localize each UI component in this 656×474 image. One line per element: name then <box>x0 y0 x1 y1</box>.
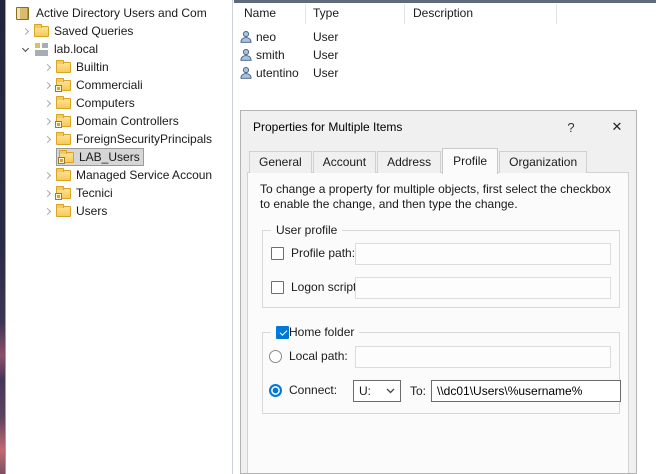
tree-item-tecnici[interactable]: Tecnici <box>6 184 232 202</box>
tree-selection-highlight: LAB_Users <box>56 148 144 166</box>
ou-folder-icon <box>59 151 74 164</box>
tab-strip: General Account Address Profile Organiza… <box>249 149 588 173</box>
tab-organization[interactable]: Organization <box>499 151 587 173</box>
profile-path-field[interactable] <box>355 243 611 265</box>
tree-item-lab-local[interactable]: lab.local <box>6 40 232 58</box>
expander-collapsed-icon[interactable] <box>40 131 56 147</box>
logon-script-checkbox[interactable] <box>271 281 284 294</box>
tree-item-computers[interactable]: Computers <box>6 94 232 112</box>
expander-collapsed-icon[interactable] <box>40 77 56 93</box>
expander-expanded-icon[interactable] <box>18 41 34 57</box>
console-tree-pane: Active Directory Users and Com Saved Que… <box>6 0 233 474</box>
to-label: To: <box>410 384 426 398</box>
toolbar-edge <box>234 0 656 3</box>
user-icon <box>239 30 253 47</box>
column-separator[interactable] <box>305 4 306 24</box>
expander-collapsed-icon[interactable] <box>40 203 56 219</box>
connect-label: Connect: <box>289 383 337 397</box>
column-header-description[interactable]: Description <box>413 6 473 20</box>
tree-item-commerciali[interactable]: Commerciali <box>6 76 232 94</box>
domain-icon <box>34 43 49 56</box>
user-icon <box>239 48 253 65</box>
column-header-type[interactable]: Type <box>313 6 339 20</box>
instruction-text: To change a property for multiple object… <box>260 182 612 212</box>
user-icon <box>239 66 253 83</box>
expander-collapsed-icon[interactable] <box>40 167 56 183</box>
column-separator[interactable] <box>556 4 557 24</box>
folder-icon <box>56 61 71 74</box>
tab-address[interactable]: Address <box>377 151 441 173</box>
expander-collapsed-icon[interactable] <box>40 185 56 201</box>
logon-script-row: Logon script: <box>271 280 360 294</box>
home-folder-label: Home folder <box>289 325 354 339</box>
tree-item-builtin[interactable]: Builtin <box>6 58 232 76</box>
properties-dialog: Properties for Multiple Items ? ✕ Genera… <box>240 110 637 474</box>
list-row-smith[interactable]: smith User <box>234 46 564 64</box>
expander-collapsed-icon[interactable] <box>40 59 56 75</box>
connect-row: Connect: <box>269 383 337 397</box>
local-path-radio[interactable] <box>269 350 282 363</box>
ou-folder-icon <box>56 79 71 92</box>
folder-icon <box>56 205 71 218</box>
tree-item-lab-users-selected[interactable]: LAB_Users <box>6 148 232 166</box>
column-separator[interactable] <box>404 4 405 24</box>
folder-icon <box>34 25 49 38</box>
folder-icon <box>56 169 71 182</box>
tree-item-domain-controllers[interactable]: Domain Controllers <box>6 112 232 130</box>
help-button[interactable]: ? <box>559 115 583 139</box>
profile-path-row: Profile path: <box>271 246 355 260</box>
tab-general[interactable]: General <box>249 151 312 173</box>
expander-collapsed-icon[interactable] <box>18 23 34 39</box>
tree-item-users[interactable]: Users <box>6 202 232 220</box>
list-row-neo[interactable]: neo User <box>234 28 564 46</box>
folder-icon <box>56 97 71 110</box>
local-path-row: Local path: <box>269 349 348 363</box>
user-profile-group: User profile Profile path: Logon script: <box>262 230 620 308</box>
console-root-icon <box>16 7 31 20</box>
local-path-field[interactable] <box>355 346 611 368</box>
close-icon[interactable]: ✕ <box>599 113 635 141</box>
profile-path-checkbox[interactable] <box>271 247 284 260</box>
tree-item-foreign-security-principals[interactable]: ForeignSecurityPrincipals <box>6 130 232 148</box>
tree-item-managed-service-accounts[interactable]: Managed Service Accoun <box>6 166 232 184</box>
home-folder-group: Home folder Local path: Connect: U: To: … <box>262 332 620 414</box>
column-header-name[interactable]: Name <box>244 6 276 20</box>
chevron-down-icon <box>386 388 395 394</box>
connect-radio[interactable] <box>269 384 282 397</box>
user-profile-legend: User profile <box>271 223 342 237</box>
profile-path-label: Profile path: <box>291 246 355 260</box>
logon-script-label: Logon script: <box>291 280 360 294</box>
connect-path-field[interactable]: \\dc01\Users\%username% <box>431 380 621 402</box>
tab-account[interactable]: Account <box>313 151 376 173</box>
expander-collapsed-icon[interactable] <box>40 95 56 111</box>
dialog-title: Properties for Multiple Items <box>253 120 402 134</box>
list-row-utentino[interactable]: utentino User <box>234 64 564 82</box>
tree-root-aduc[interactable]: Active Directory Users and Com <box>6 4 232 22</box>
ou-folder-icon <box>56 115 71 128</box>
drive-letter-value: U: <box>359 384 371 398</box>
profile-tab-panel: To change a property for multiple object… <box>247 172 629 474</box>
logon-script-field[interactable] <box>355 277 611 299</box>
tab-profile[interactable]: Profile <box>442 148 498 174</box>
ou-folder-icon <box>56 187 71 200</box>
home-folder-checkbox[interactable] <box>276 326 289 339</box>
drive-letter-select[interactable]: U: <box>353 380 401 402</box>
tree-item-saved-queries[interactable]: Saved Queries <box>6 22 232 40</box>
expander-collapsed-icon[interactable] <box>40 113 56 129</box>
folder-icon <box>56 133 71 146</box>
tree-root-label: Active Directory Users and Com <box>36 6 207 20</box>
home-folder-legend: Home folder <box>271 325 359 339</box>
local-path-label: Local path: <box>289 349 348 363</box>
